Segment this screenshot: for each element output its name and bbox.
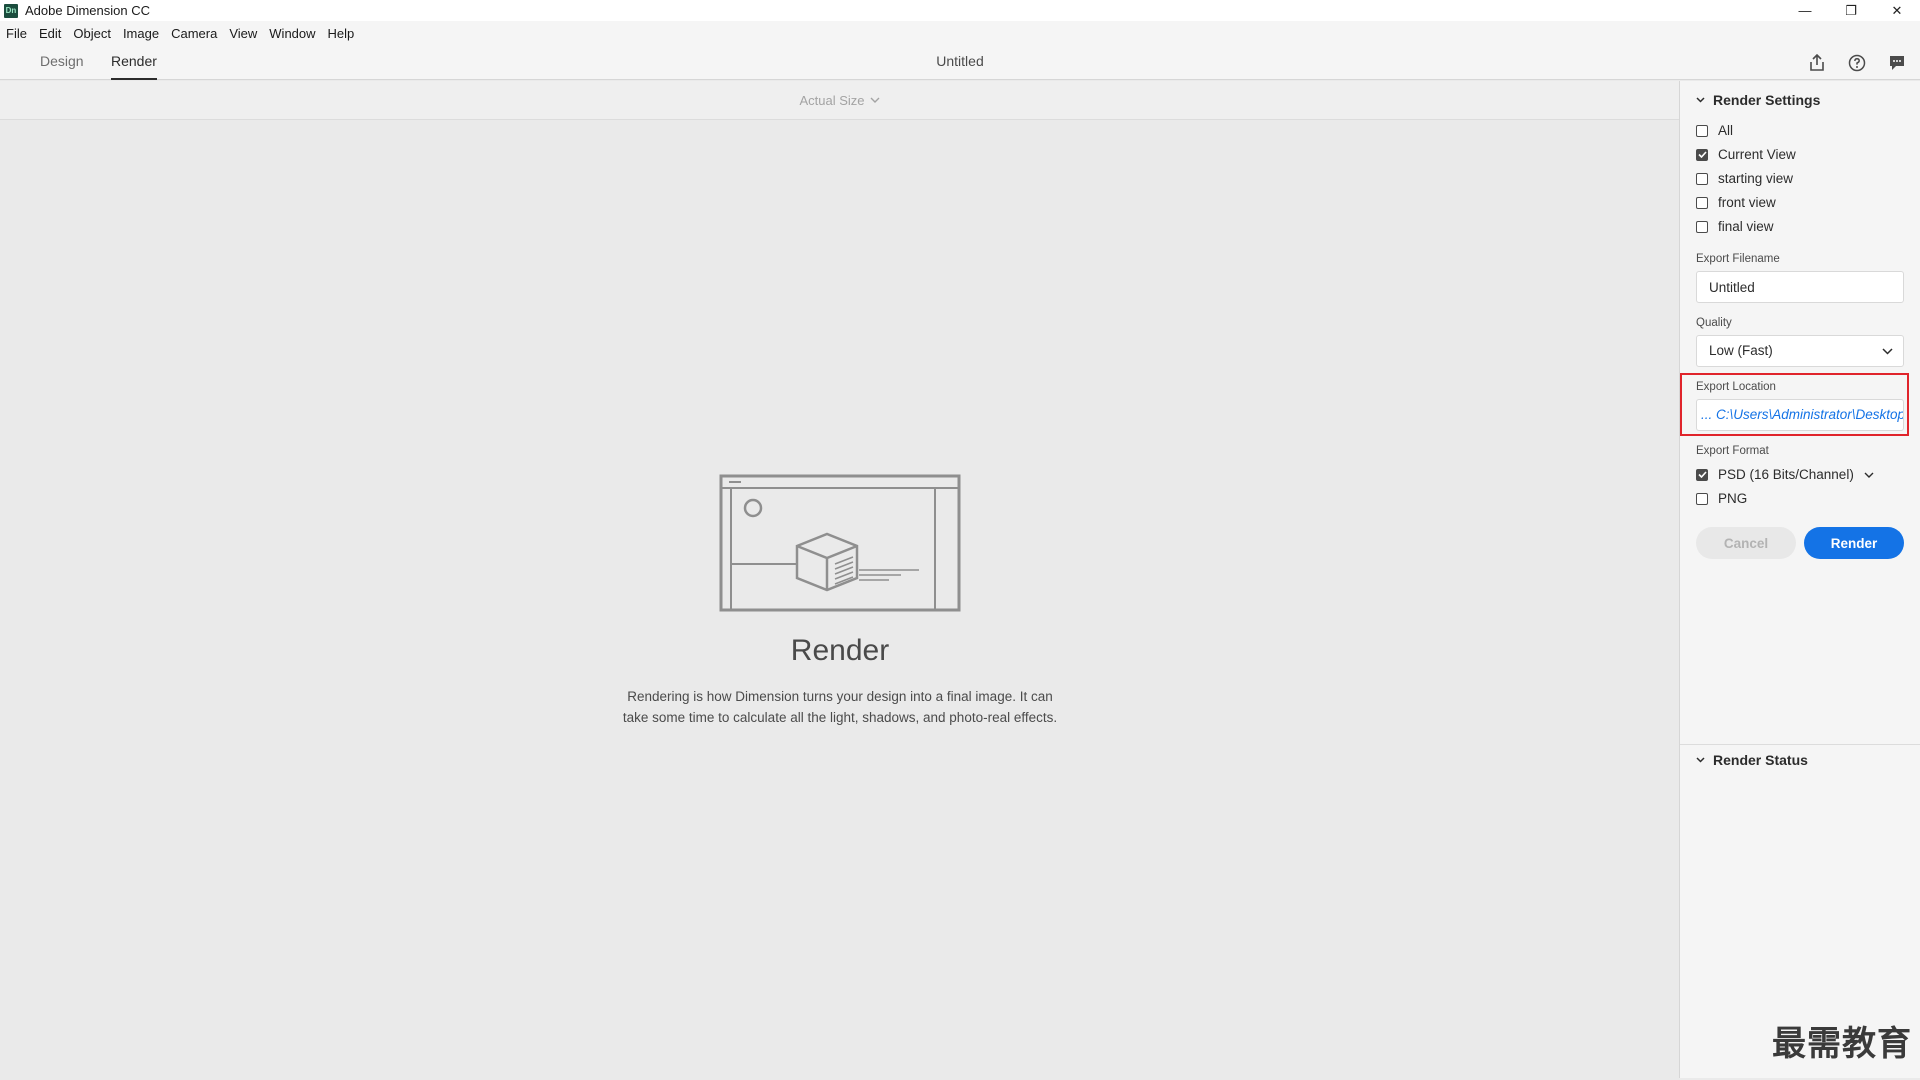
empty-state-line-2: take some time to calculate all the ligh…: [622, 710, 1058, 725]
restore-button[interactable]: ❐: [1828, 0, 1874, 21]
menu-file[interactable]: File: [6, 26, 27, 41]
app-title: Adobe Dimension CC: [25, 3, 151, 18]
menu-edit[interactable]: Edit: [39, 26, 61, 41]
watermark: 最需教育: [1772, 1024, 1912, 1064]
menu-camera[interactable]: Camera: [171, 26, 217, 41]
render-status-title: Render Status: [1713, 752, 1808, 768]
menu-image[interactable]: Image: [123, 26, 159, 41]
chevron-down-icon: [1696, 97, 1705, 103]
checkbox-unchecked-icon: [1696, 172, 1708, 185]
chevron-down-icon: [870, 97, 880, 103]
panel-divider: [1680, 744, 1920, 745]
menu-object[interactable]: Object: [73, 26, 111, 41]
menu-bar: File Edit Object Image Camera View Windo…: [0, 21, 1920, 45]
checkbox-unchecked-icon: [1696, 196, 1708, 209]
view-checkbox-all[interactable]: All: [1696, 123, 1733, 138]
checkbox-unchecked-icon: [1696, 220, 1708, 233]
close-button[interactable]: ✕: [1874, 0, 1920, 21]
checkbox-checked-icon: [1696, 148, 1708, 161]
chevron-down-icon: [1696, 757, 1705, 763]
render-illustration-icon: [719, 474, 961, 612]
title-bar: Dn Adobe Dimension CC — ❐ ✕: [0, 0, 1920, 21]
menu-view[interactable]: View: [229, 26, 257, 41]
view-checkbox-final-view[interactable]: final view: [1696, 219, 1774, 234]
render-canvas: Render Rendering is how Dimension turns …: [0, 120, 1679, 1078]
checkbox-unchecked-icon: [1696, 124, 1708, 137]
render-settings-panel: Render Settings All Current View startin…: [1679, 81, 1920, 1078]
mode-tab-bar: Untitled Design Render: [0, 45, 1920, 80]
canvas-toolbar: Actual Size: [0, 81, 1679, 120]
format-checkbox-png[interactable]: PNG: [1696, 491, 1747, 506]
menu-help[interactable]: Help: [328, 26, 355, 41]
checkbox-unchecked-icon: [1696, 492, 1708, 505]
format-label: PNG: [1718, 491, 1748, 506]
menu-window[interactable]: Window: [269, 26, 315, 41]
cancel-button[interactable]: Cancel: [1696, 527, 1796, 559]
minimize-button[interactable]: —: [1782, 0, 1828, 21]
view-label: All: [1718, 123, 1734, 138]
empty-state-title: Render: [790, 634, 890, 667]
quality-select[interactable]: Low (Fast): [1696, 335, 1904, 367]
comment-icon[interactable]: [1886, 52, 1908, 74]
format-label: PSD (16 Bits/Channel): [1718, 467, 1854, 482]
quality-value: Low (Fast): [1709, 343, 1773, 358]
chevron-down-icon[interactable]: [1864, 472, 1874, 478]
chevron-down-icon: [1882, 347, 1893, 355]
quality-label: Quality: [1696, 317, 1732, 329]
app-logo-icon: Dn: [4, 3, 18, 18]
view-checkbox-front-view[interactable]: front view: [1696, 195, 1776, 210]
render-button[interactable]: Render: [1804, 527, 1904, 559]
view-label: Current View: [1718, 147, 1796, 162]
empty-state-description: Rendering is how Dimension turns your de…: [620, 686, 1060, 728]
export-location-highlight: [1680, 373, 1909, 436]
tab-render[interactable]: Render: [111, 45, 157, 80]
render-settings-header[interactable]: Render Settings: [1696, 92, 1820, 108]
empty-state-line-1: Rendering is how Dimension turns your de…: [627, 689, 1053, 704]
zoom-label: Actual Size: [799, 92, 865, 108]
export-format-label: Export Format: [1696, 445, 1769, 457]
view-checkbox-starting-view[interactable]: starting view: [1696, 171, 1793, 186]
format-checkbox-psd[interactable]: PSD (16 Bits/Channel): [1696, 467, 1874, 482]
help-icon[interactable]: [1846, 52, 1868, 74]
zoom-dropdown[interactable]: Actual Size: [799, 92, 880, 108]
checkbox-checked-icon: [1696, 468, 1708, 481]
tab-design[interactable]: Design: [40, 45, 84, 80]
header-icons: [1806, 52, 1908, 74]
render-status-header[interactable]: Render Status: [1696, 752, 1808, 768]
share-icon[interactable]: [1806, 52, 1828, 74]
export-filename-label: Export Filename: [1696, 253, 1780, 265]
document-title: Untitled: [936, 53, 984, 69]
render-empty-state: Render Rendering is how Dimension turns …: [620, 474, 1060, 728]
view-label: final view: [1718, 219, 1774, 234]
view-checkbox-current-view[interactable]: Current View: [1696, 147, 1796, 162]
render-settings-title: Render Settings: [1713, 92, 1821, 108]
view-label: front view: [1718, 195, 1776, 210]
export-filename-input[interactable]: [1696, 271, 1904, 303]
window-controls: — ❐ ✕: [1782, 0, 1920, 21]
view-label: starting view: [1718, 171, 1794, 186]
